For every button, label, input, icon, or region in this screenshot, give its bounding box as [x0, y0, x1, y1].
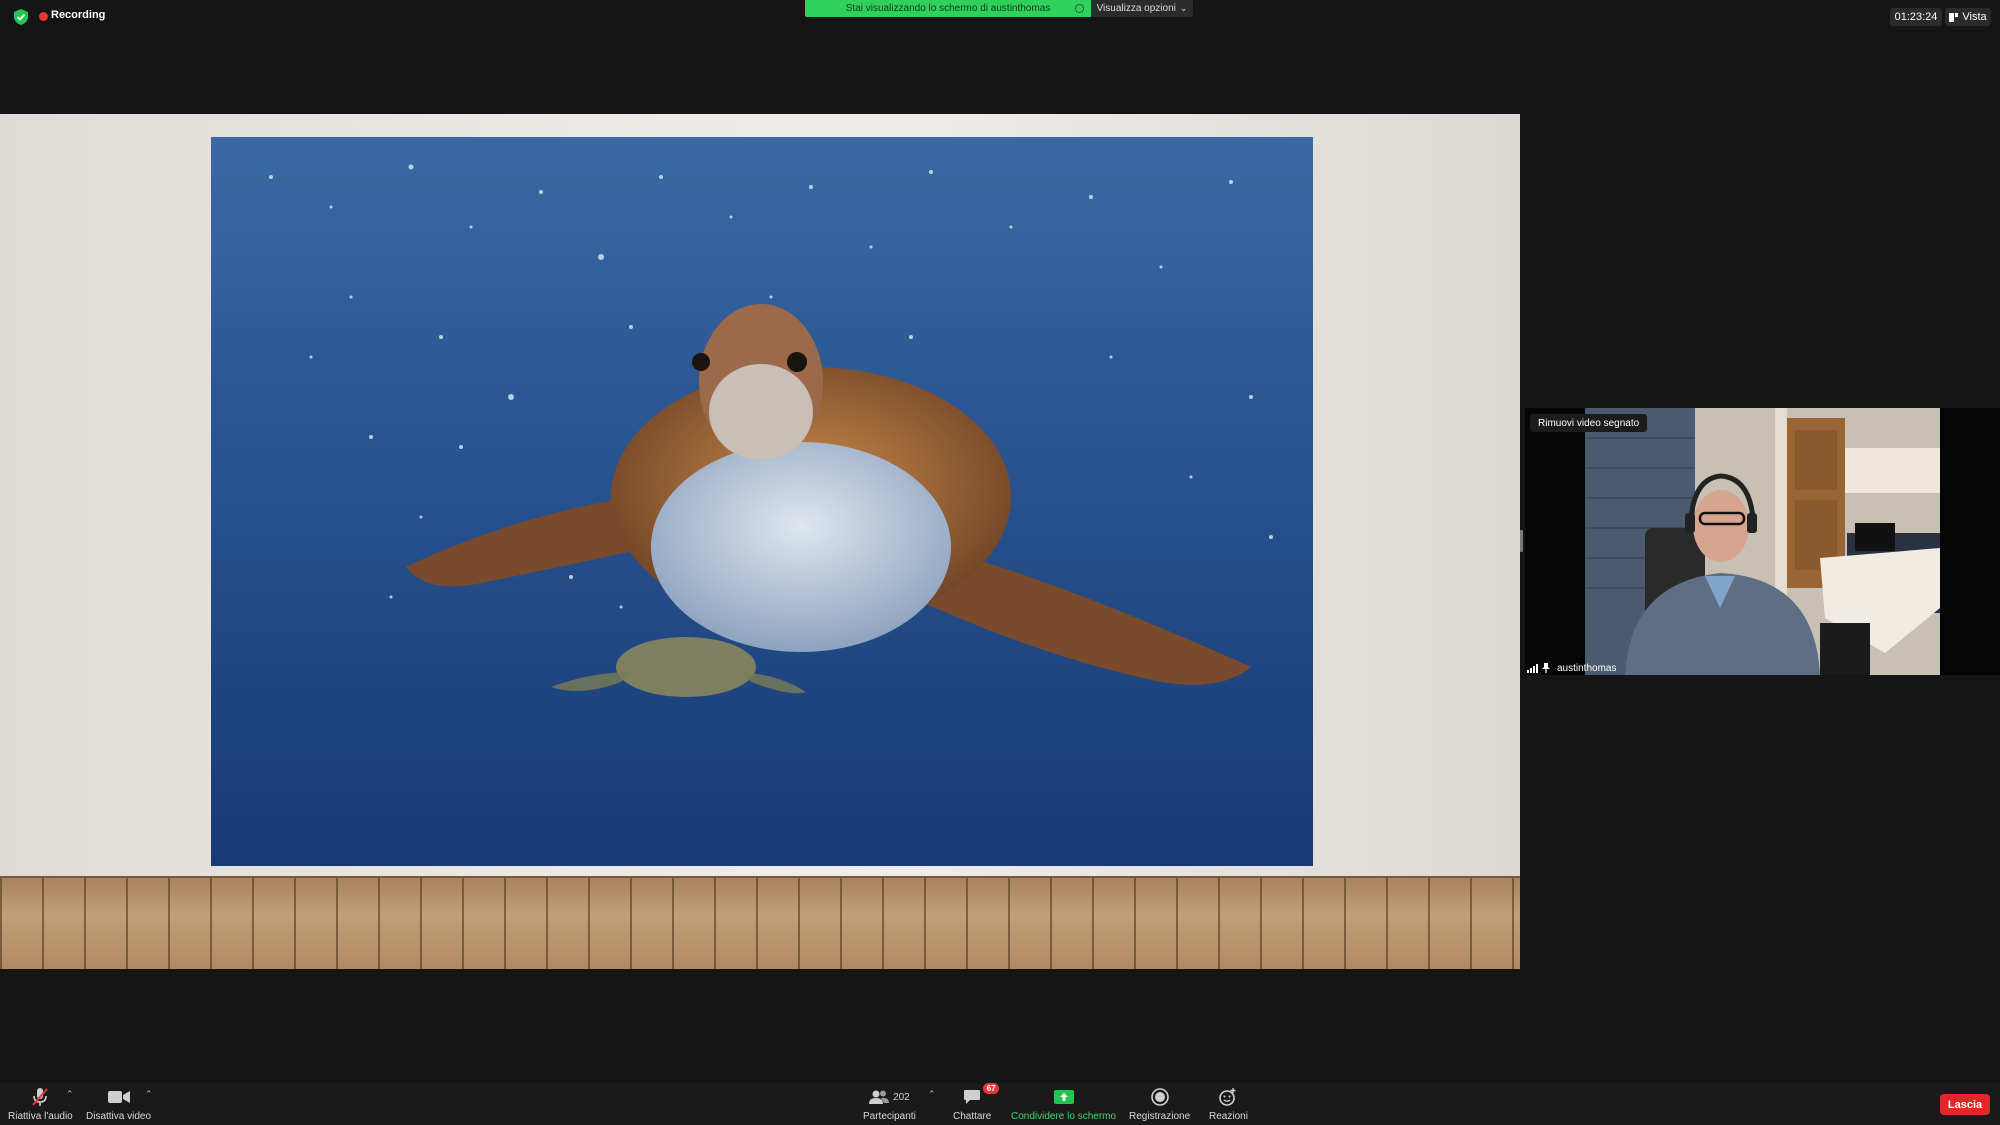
turtle-photo: [211, 137, 1313, 866]
leave-button[interactable]: Lascia: [1940, 1094, 1990, 1115]
mic-muted-icon: [32, 1088, 49, 1106]
pin-icon: [1542, 663, 1550, 673]
view-options-label: Visualizza opzioni: [1096, 3, 1176, 14]
remove-pinned-video-tooltip[interactable]: Rimuovi video segnato: [1530, 414, 1648, 432]
participant-name: austinthomas: [1557, 662, 1617, 674]
share-screen-button[interactable]: Condividere lo schermo: [1011, 1087, 1116, 1122]
reactions-label: Reazioni: [1209, 1111, 1248, 1122]
view-icon: [1949, 12, 1959, 22]
participants-options-caret[interactable]: ⌃: [928, 1089, 936, 1100]
meeting-timer: 01:23:24: [1890, 8, 1942, 26]
recording-status[interactable]: Recording: [51, 9, 105, 21]
participants-icon: [869, 1090, 890, 1104]
chat-unread-badge: 67: [983, 1083, 1000, 1094]
video-options-caret[interactable]: ⌃: [145, 1089, 153, 1100]
shared-screen[interactable]: [0, 114, 1520, 969]
participants-label: Partecipanti: [863, 1111, 916, 1122]
record-dot-icon: [39, 12, 48, 21]
recording-button[interactable]: Registrazione: [1129, 1087, 1190, 1122]
stop-video-button[interactable]: Disattiva video: [86, 1087, 151, 1122]
share-screen-label: Condividere lo schermo: [1011, 1111, 1117, 1122]
chat-icon: [964, 1090, 981, 1104]
video-camera-icon: [107, 1091, 130, 1103]
participant-video-tile[interactable]: Rimuovi video segnato austinthomas: [1525, 408, 2000, 675]
unmute-label: Riattiva l'audio: [8, 1111, 73, 1122]
audio-options-caret[interactable]: ⌃: [66, 1089, 74, 1100]
share-screen-icon: [1053, 1090, 1074, 1104]
screen-share-banner: Stai visualizzando lo schermo di austint…: [805, 0, 1091, 17]
banner-status-icon: [1075, 4, 1084, 13]
stop-video-label: Disattiva video: [86, 1111, 152, 1122]
participants-count: 202: [893, 1091, 910, 1103]
participants-button[interactable]: 202 Partecipanti: [863, 1087, 916, 1122]
view-label: Vista: [1962, 11, 1987, 23]
recording-label: Registrazione: [1129, 1111, 1191, 1122]
chevron-down-icon: ⌄: [1179, 3, 1188, 13]
chat-label: Chattare: [953, 1111, 992, 1122]
signal-icon: [1527, 663, 1538, 673]
share-banner-text: Stai visualizzando lo schermo di austint…: [845, 3, 1051, 14]
view-options-button[interactable]: Visualizza opzioni ⌄: [1091, 0, 1193, 17]
participant-video-feed: [1585, 408, 1940, 675]
panel-resize-handle[interactable]: [1520, 530, 1523, 552]
reactions-button[interactable]: Reazioni: [1209, 1087, 1248, 1122]
slide-wood-floor: [0, 878, 1520, 969]
view-button[interactable]: Vista: [1945, 8, 1991, 26]
participant-name-label: austinthomas: [1525, 661, 1616, 675]
recording-icon: [1150, 1088, 1169, 1106]
meeting-toolbar: Riattiva l'audio ⌃ Disattiva video ⌃ 202…: [0, 1083, 2000, 1125]
reactions-icon: [1219, 1088, 1236, 1106]
unmute-button[interactable]: Riattiva l'audio: [8, 1087, 73, 1122]
shield-check-icon[interactable]: [14, 9, 28, 25]
chat-button[interactable]: 67 Chattare: [953, 1083, 1000, 1122]
